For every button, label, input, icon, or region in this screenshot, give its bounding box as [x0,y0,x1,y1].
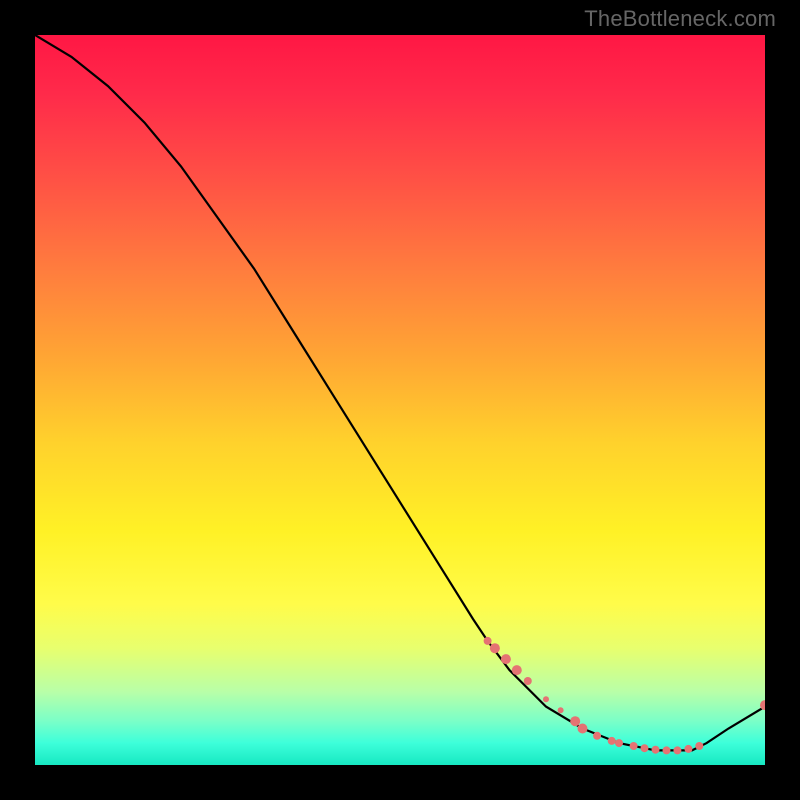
data-marker [490,643,500,653]
watermark-text: TheBottleneck.com [584,6,776,32]
data-marker [615,739,623,747]
line-series [35,35,765,750]
data-marker [501,654,511,664]
data-marker [593,732,601,740]
data-marker [484,637,492,645]
chart-container: TheBottleneck.com [0,0,800,800]
data-marker [558,707,564,713]
data-marker [663,746,671,754]
data-marker [641,744,649,752]
data-marker [543,696,549,702]
data-marker [608,737,616,745]
data-marker [512,665,522,675]
data-marker [673,746,681,754]
data-marker [630,742,638,750]
data-marker [684,745,692,753]
data-marker [570,716,580,726]
data-marker [695,742,703,750]
data-marker [652,746,660,754]
plot-area [35,35,765,765]
chart-svg [35,35,765,765]
marker-group [484,637,765,755]
data-marker [578,724,588,734]
data-marker [524,677,532,685]
